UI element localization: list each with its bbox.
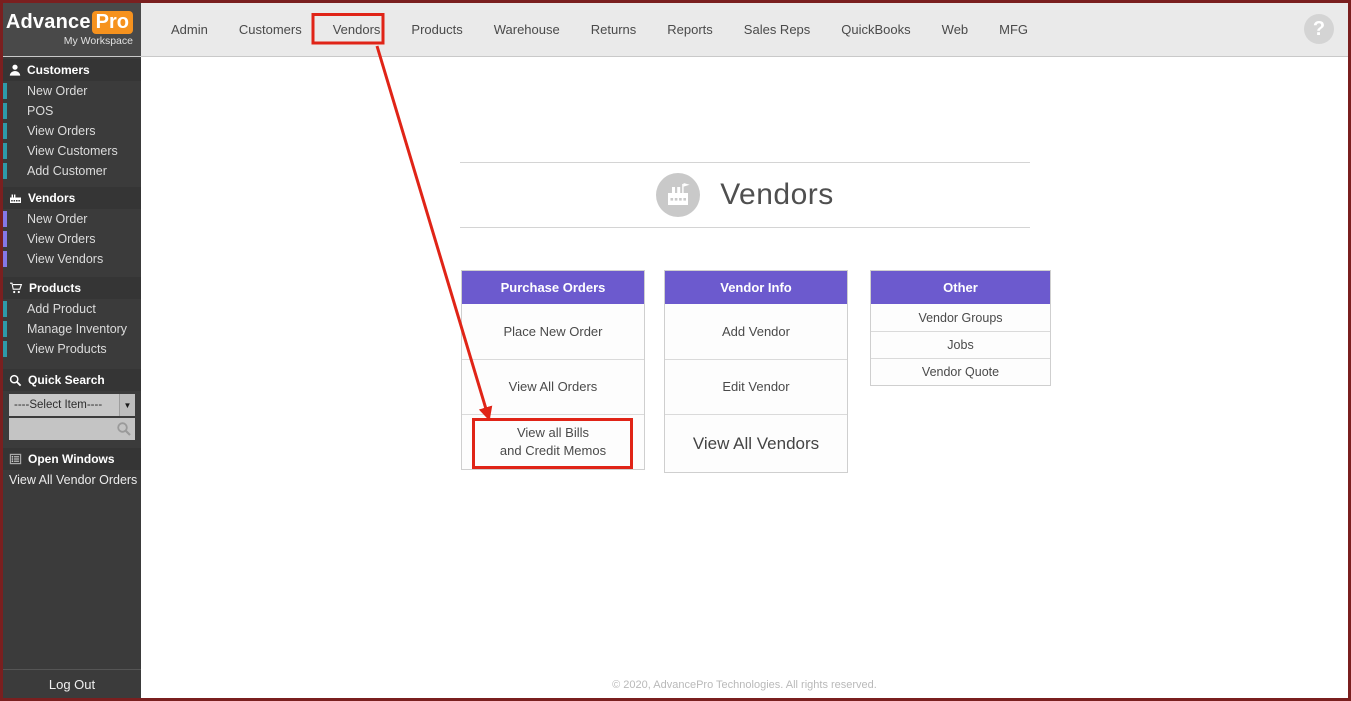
cart-icon [9, 282, 23, 294]
sidebar-item-customers-view-orders[interactable]: View Orders [3, 121, 141, 141]
card-other: Other Vendor Groups Jobs Vendor Quote [870, 270, 1051, 386]
sidebar-section-products: Products [3, 277, 141, 299]
sidebar-section-title: Quick Search [28, 373, 105, 387]
logo-wordmark: Advance Pro [6, 11, 133, 34]
copyright-footer: © 2020, AdvancePro Technologies. All rig… [141, 679, 1348, 691]
card-header: Purchase Orders [462, 271, 644, 304]
page-title-block: Vendors [460, 162, 1030, 228]
nav-item-returns[interactable]: Returns [589, 18, 639, 41]
page-title: Vendors [720, 178, 834, 212]
logo-text-pro: Pro [92, 11, 133, 34]
main-nav: Admin Customers Vendors Products Warehou… [141, 3, 1030, 56]
card-item-place-new-order[interactable]: Place New Order [462, 304, 644, 359]
card-item-view-all-orders[interactable]: View All Orders [462, 359, 644, 414]
help-icon[interactable]: ? [1304, 14, 1334, 44]
app-window: Advance Pro My Workspace Admin Customers… [0, 0, 1351, 701]
logo-text-advance: Advance [6, 11, 91, 34]
sidebar-item-view-customers[interactable]: View Customers [3, 141, 141, 161]
user-icon [9, 64, 21, 76]
nav-item-admin[interactable]: Admin [169, 18, 210, 41]
sidebar-section-open-windows: Open Windows [3, 448, 141, 470]
card-vendor-info: Vendor Info Add Vendor Edit Vendor View … [664, 270, 848, 473]
spacer [3, 181, 141, 185]
open-window-view-all-vendor-orders[interactable]: View All Vendor Orders [3, 470, 141, 490]
logout-button[interactable]: Log Out [3, 669, 141, 698]
factory-icon [664, 181, 692, 209]
card-item-vendor-groups[interactable]: Vendor Groups [871, 304, 1050, 331]
top-nav-bar: Advance Pro My Workspace Admin Customers… [3, 3, 1348, 57]
select-arrow-icon[interactable]: ▼ [119, 394, 135, 416]
nav-item-warehouse[interactable]: Warehouse [492, 18, 562, 41]
card-item-edit-vendor[interactable]: Edit Vendor [665, 359, 847, 414]
nav-item-reports[interactable]: Reports [665, 18, 715, 41]
card-item-view-all-vendors[interactable]: View All Vendors [665, 414, 847, 472]
card-item-view-all-bills-and-credit-memos[interactable]: View all Bills and Credit Memos [462, 414, 644, 469]
sidebar-section-vendors: Vendors [3, 187, 141, 209]
card-header: Vendor Info [665, 271, 847, 304]
select-value: ----Select Item---- [9, 399, 119, 411]
nav-item-vendors[interactable]: Vendors [331, 18, 383, 41]
sidebar-item-vendors-new-order[interactable]: New Order [3, 209, 141, 229]
search-submit-button[interactable] [116, 421, 132, 442]
logo-subtitle: My Workspace [64, 35, 133, 47]
search-icon [9, 374, 22, 387]
sidebar-item-view-products[interactable]: View Products [3, 339, 141, 359]
quick-search-item-select[interactable]: ----Select Item---- ▼ [9, 394, 135, 416]
card-item-vendor-quote[interactable]: Vendor Quote [871, 358, 1050, 385]
sidebar-item-add-product[interactable]: Add Product [3, 299, 141, 319]
nav-item-customers[interactable]: Customers [237, 18, 304, 41]
card-item-add-vendor[interactable]: Add Vendor [665, 304, 847, 359]
sidebar-section-title: Products [29, 281, 81, 295]
sidebar-section-title: Open Windows [28, 452, 115, 466]
spacer [3, 269, 141, 275]
main-content: Vendors Purchase Orders Place New Order … [141, 57, 1348, 698]
sidebar-section-customers: Customers [3, 59, 141, 81]
spacer [3, 359, 141, 367]
sidebar-item-add-customer[interactable]: Add Customer [3, 161, 141, 181]
nav-item-mfg[interactable]: MFG [997, 18, 1030, 41]
nav-item-products[interactable]: Products [409, 18, 464, 41]
sidebar-section-title: Vendors [28, 191, 75, 205]
nav-item-web[interactable]: Web [940, 18, 971, 41]
content-row: Customers New Order POS View Orders View… [3, 57, 1348, 698]
quick-search-box [9, 418, 135, 440]
card-header: Other [871, 271, 1050, 304]
sidebar-item-view-vendors[interactable]: View Vendors [3, 249, 141, 269]
factory-icon [9, 192, 22, 204]
card-item-line: View all Bills [517, 424, 589, 442]
advancepro-logo[interactable]: Advance Pro My Workspace [3, 3, 141, 56]
card-purchase-orders: Purchase Orders Place New Order View All… [461, 270, 645, 470]
sidebar-item-customers-new-order[interactable]: New Order [3, 81, 141, 101]
card-item-line: and Credit Memos [500, 442, 606, 460]
vendors-page-icon-circle [656, 173, 700, 217]
nav-item-sales-reps[interactable]: Sales Reps [742, 18, 812, 41]
nav-item-quickbooks[interactable]: QuickBooks [839, 18, 912, 41]
sidebar-item-vendors-view-orders[interactable]: View Orders [3, 229, 141, 249]
sidebar-section-title: Customers [27, 63, 90, 77]
sidebar-item-pos[interactable]: POS [3, 101, 141, 121]
magnifier-icon [116, 421, 132, 437]
sidebar-item-manage-inventory[interactable]: Manage Inventory [3, 319, 141, 339]
sidebar-section-quick-search: Quick Search [3, 369, 141, 391]
list-icon [9, 453, 22, 465]
card-item-jobs[interactable]: Jobs [871, 331, 1050, 358]
sidebar: Customers New Order POS View Orders View… [3, 57, 141, 698]
